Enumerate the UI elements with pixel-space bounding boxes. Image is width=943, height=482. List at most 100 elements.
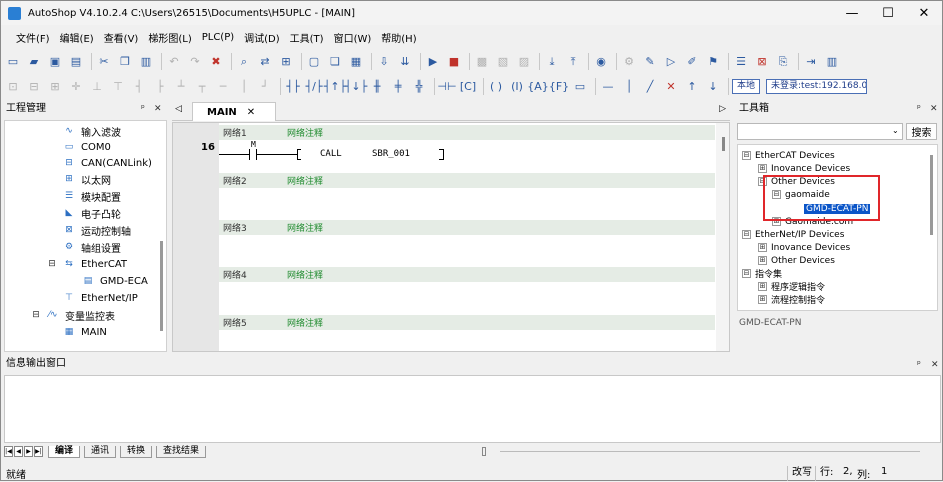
- cursor-icon[interactable]: ✛: [67, 78, 85, 96]
- tree-item-filter[interactable]: ∿ 输入滤波: [62, 123, 121, 139]
- login-status-label[interactable]: 未登录:test:192.168.0.88: [766, 79, 868, 94]
- network-icon[interactable]: ⊞: [277, 53, 295, 71]
- cut-icon[interactable]: ✂: [95, 53, 113, 71]
- toolbox-item-flow-control[interactable]: ⊞ 流程控制指令: [758, 293, 825, 306]
- sfc-icon[interactable]: ⊟: [25, 78, 43, 96]
- clear-icon[interactable]: ⊠: [753, 53, 771, 71]
- copy-icon[interactable]: ❐: [116, 53, 134, 71]
- menu-view[interactable]: 查看(V): [99, 30, 144, 45]
- parallel-contact-icon[interactable]: ╫: [368, 78, 386, 96]
- close-button[interactable]: ✕: [906, 1, 942, 25]
- pin-icon[interactable]: ᵖ: [917, 360, 921, 370]
- tree-item-ethercat[interactable]: ⊟ ⇆ EtherCAT: [47, 256, 127, 272]
- toolbox-item-ethercat-devices[interactable]: ⊟ EtherCAT Devices: [742, 149, 835, 162]
- upload-icon[interactable]: ⤒: [564, 53, 582, 71]
- undo-icon[interactable]: ↶: [165, 53, 183, 71]
- function-a-icon[interactable]: {A}: [527, 78, 549, 96]
- expand-icon[interactable]: ⊞: [758, 282, 767, 291]
- tree-item-ethernet-ip[interactable]: ⊤ EtherNet/IP: [62, 290, 138, 306]
- line-diag-icon[interactable]: ╱: [641, 78, 659, 96]
- tab-convert[interactable]: 转换: [120, 445, 153, 458]
- no-contact-icon[interactable]: ┤├: [284, 78, 302, 96]
- monitor-on-icon[interactable]: ▩: [473, 53, 491, 71]
- menu-file[interactable]: 文件(F): [11, 30, 55, 45]
- hline-icon[interactable]: ─: [214, 78, 232, 96]
- instruction-operand[interactable]: SBR_001: [372, 149, 410, 159]
- output-hscroll[interactable]: [500, 451, 920, 452]
- connect-icon[interactable]: ◉: [592, 53, 610, 71]
- parallel-rise-icon[interactable]: ╬: [410, 78, 428, 96]
- window-icon[interactable]: ▢: [305, 53, 323, 71]
- compare-icon[interactable]: [C]: [459, 78, 477, 96]
- close-icon[interactable]: ✕: [930, 104, 938, 114]
- delete-row-icon[interactable]: ┴: [172, 78, 190, 96]
- delete-col-icon[interactable]: ┬: [193, 78, 211, 96]
- inverse-icon[interactable]: ⊣⊢: [437, 78, 456, 96]
- toolbox-item-instruction-set[interactable]: ⊟ 指令集: [742, 267, 782, 280]
- block-icon[interactable]: ▭: [571, 78, 589, 96]
- tree-item-gmd-ecat[interactable]: ▤ GMD-ECA: [81, 273, 148, 289]
- tree-item-main[interactable]: ▦ MAIN: [62, 324, 107, 340]
- toolbox-item-inovance-devices[interactable]: ⊞ Inovance Devices: [758, 162, 850, 175]
- collapse-icon[interactable]: ⊟: [742, 151, 751, 160]
- network-comment[interactable]: 网络注释: [287, 174, 323, 187]
- network-header[interactable]: 网络4 网络注释: [219, 267, 715, 282]
- network-header[interactable]: 网络2 网络注释: [219, 173, 715, 188]
- prev-icon[interactable]: ◀: [14, 446, 23, 457]
- tab-compile[interactable]: 编译: [48, 445, 81, 458]
- tree-item-axis-group[interactable]: ⚙ 轴组设置: [62, 239, 121, 255]
- download-icon[interactable]: ⤓: [543, 53, 561, 71]
- parallel-nc-icon[interactable]: ╪: [389, 78, 407, 96]
- network-header[interactable]: 网络3 网络注释: [219, 220, 715, 235]
- menu-window[interactable]: 窗口(W): [329, 30, 377, 45]
- collapse-icon[interactable]: ⊟: [742, 269, 751, 278]
- contact-label[interactable]: M: [251, 140, 256, 149]
- output-area[interactable]: [4, 375, 941, 443]
- last-icon[interactable]: ▶|: [34, 446, 43, 457]
- branch-end-icon[interactable]: ├: [151, 78, 169, 96]
- line-v-icon[interactable]: │: [620, 78, 638, 96]
- new-file-icon[interactable]: ▭: [4, 53, 22, 71]
- toolbox-item-logic[interactable]: ⊞ 程序逻辑指令: [758, 280, 825, 293]
- tree-item-monitor-table[interactable]: ⊟ ⁄∿ 变量监控表: [31, 307, 115, 323]
- network-comment[interactable]: 网络注释: [287, 316, 323, 329]
- expand-icon[interactable]: ⊞: [758, 295, 767, 304]
- find-icon[interactable]: ⌕: [235, 53, 253, 71]
- insert-col-icon[interactable]: ⊤: [109, 78, 127, 96]
- expand-icon[interactable]: ⊞: [758, 164, 767, 173]
- tree-item-ethernet[interactable]: ⊞ 以太网: [62, 171, 111, 187]
- scrollbar-thumb[interactable]: [722, 137, 725, 151]
- toolbox-scrollbar[interactable]: [930, 155, 933, 235]
- network-comment[interactable]: 网络注释: [287, 126, 323, 139]
- arrow-up-icon[interactable]: ↑: [683, 78, 701, 96]
- chevron-down-icon[interactable]: ⌄: [892, 126, 899, 135]
- tree-item-com0[interactable]: ▭ COM0: [62, 139, 111, 155]
- edit-icon[interactable]: ✎: [641, 53, 659, 71]
- network-comment[interactable]: 网络注释: [287, 221, 323, 234]
- plc-icon[interactable]: ⎘: [774, 53, 792, 71]
- compile-all-icon[interactable]: ⇊: [396, 53, 414, 71]
- local-mode-label[interactable]: 本地: [732, 79, 761, 94]
- function-f-icon[interactable]: {F}: [549, 78, 569, 96]
- pin-icon[interactable]: ᵖ: [141, 104, 145, 114]
- close-icon[interactable]: ✕: [154, 104, 162, 114]
- tab-scroll-right-icon[interactable]: ▷: [719, 104, 726, 114]
- falling-contact-icon[interactable]: ┤↓├: [345, 78, 367, 96]
- force-icon[interactable]: ⚑: [704, 53, 722, 71]
- minimize-button[interactable]: —: [834, 1, 870, 25]
- collapse-icon[interactable]: ⊟: [31, 309, 41, 321]
- expand-icon[interactable]: ⊞: [758, 256, 767, 265]
- search-button[interactable]: 搜索: [906, 123, 937, 140]
- tab-scroll-left-icon[interactable]: ◁: [175, 104, 182, 114]
- toolbox-item-ethernetip-devices[interactable]: ⊟ EtherNet/IP Devices: [742, 228, 844, 241]
- modify-icon[interactable]: ✐: [683, 53, 701, 71]
- set-coil-icon[interactable]: (I): [508, 78, 526, 96]
- output-scroll-thumb[interactable]: [482, 447, 486, 456]
- stop-icon[interactable]: ■: [445, 53, 463, 71]
- insert-row-icon[interactable]: ⊥: [88, 78, 106, 96]
- tree-item-can[interactable]: ⊟ CAN(CANLink): [62, 155, 152, 171]
- pin-icon[interactable]: ᵖ: [917, 104, 921, 114]
- debug-icon[interactable]: ⚙: [620, 53, 638, 71]
- instruction-call[interactable]: CALL: [320, 149, 342, 159]
- menu-debug[interactable]: 调试(D): [239, 30, 285, 45]
